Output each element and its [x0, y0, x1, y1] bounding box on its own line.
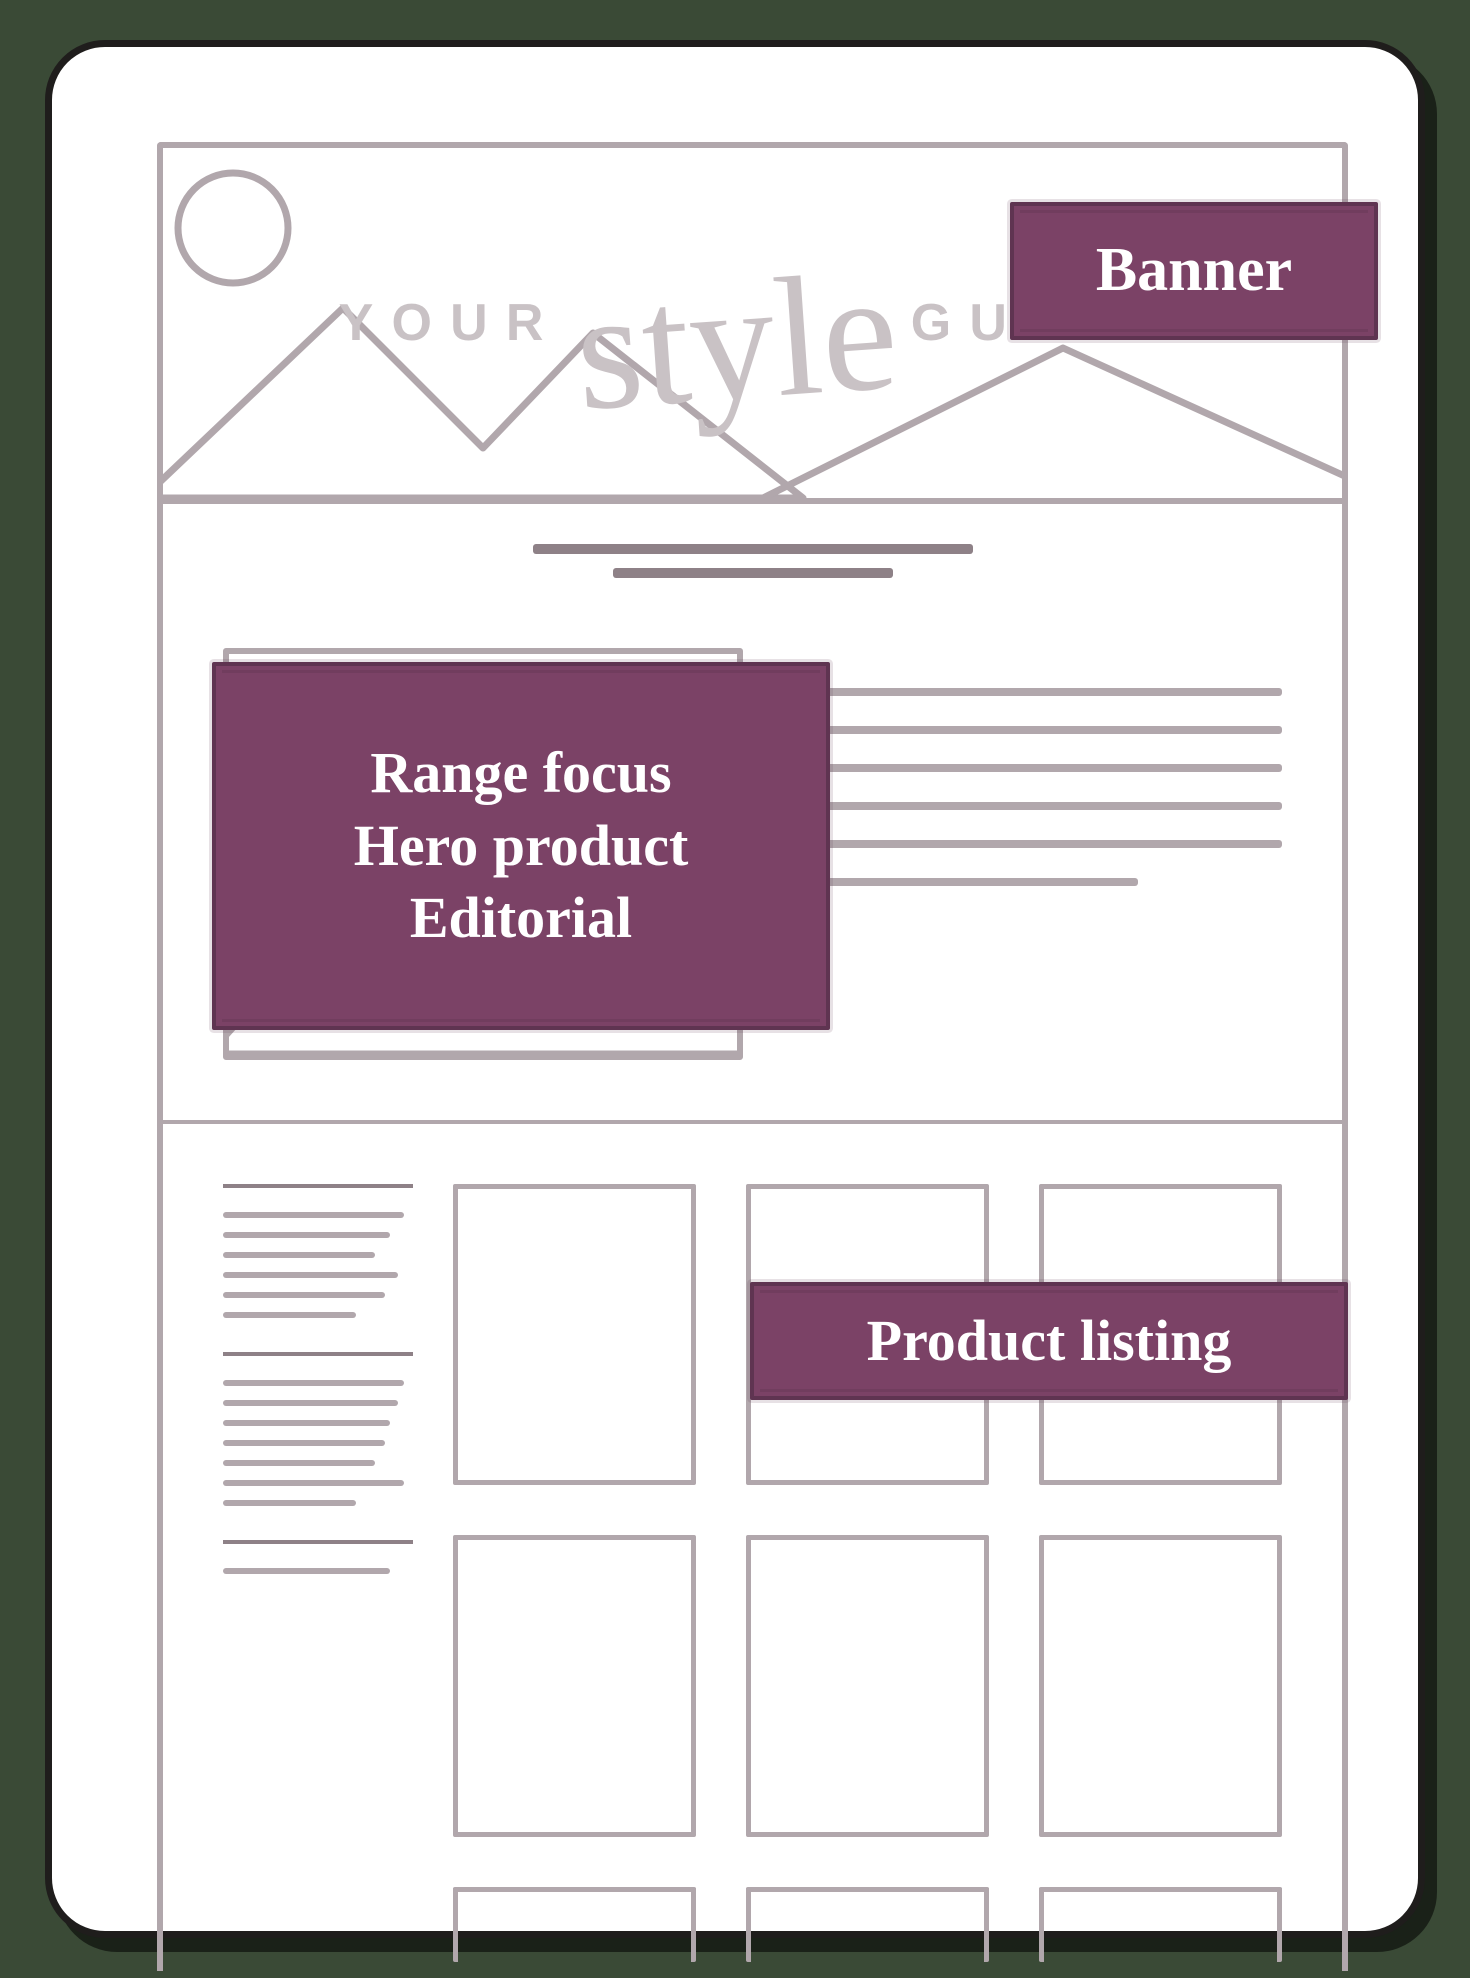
product-tile: [453, 1184, 696, 1485]
listing-region: [163, 1124, 1342, 1962]
callout-listing: Product listing: [750, 1282, 1348, 1400]
filters-sidebar: [223, 1184, 413, 1962]
product-tile: [453, 1535, 696, 1836]
diagram-stage: YOUR style GUIDE: [0, 0, 1470, 1978]
callout-label: Hero product: [354, 810, 689, 883]
brand-word-left: YOUR: [339, 293, 562, 353]
hero-copy-placeholder: [803, 648, 1282, 886]
product-tile: [746, 1535, 989, 1836]
product-tile: [1039, 1887, 1282, 1962]
outer-card: YOUR style GUIDE: [45, 40, 1425, 1938]
product-tile: [453, 1887, 696, 1962]
callout-label: Banner: [1096, 232, 1292, 310]
brand-word-script: style: [572, 270, 901, 411]
section-title-placeholder: [223, 544, 1282, 578]
filter-group: [223, 1540, 413, 1608]
callout-label: Editorial: [354, 882, 689, 955]
callout-label: Product listing: [867, 1305, 1232, 1378]
product-tile: [1039, 1535, 1282, 1836]
product-tile: [746, 1887, 989, 1962]
filter-group: [223, 1352, 413, 1540]
callout-banner: Banner: [1010, 202, 1378, 340]
callout-editorial: Range focus Hero product Editorial: [212, 662, 830, 1030]
callout-label: Range focus: [354, 737, 689, 810]
wireframe-page: YOUR style GUIDE: [157, 142, 1348, 1971]
filter-group: [223, 1184, 413, 1352]
